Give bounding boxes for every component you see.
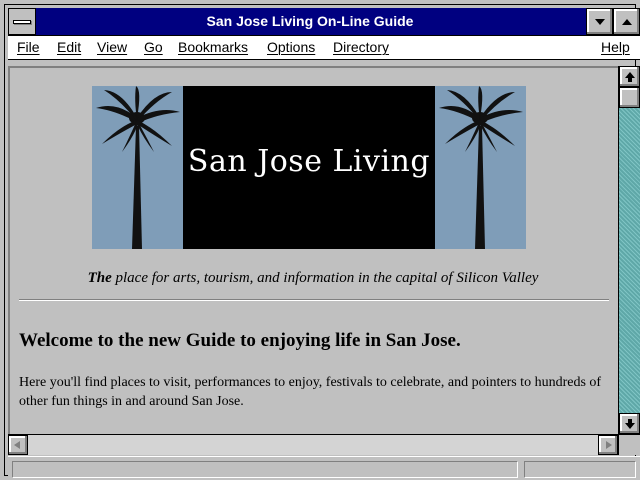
browser-window: San Jose Living On-Line Guide File Edit … (0, 0, 640, 480)
menu-help[interactable]: Help (601, 39, 630, 55)
menu-bar: File Edit View Go Bookmarks Options Dire… (8, 36, 640, 60)
menu-edit[interactable]: Edit (57, 39, 81, 55)
maximize-button[interactable] (613, 8, 640, 35)
vertical-scrollbar[interactable] (618, 66, 640, 434)
scroll-right-button[interactable] (598, 435, 618, 455)
status-text (12, 461, 518, 478)
scroll-thumb[interactable] (619, 87, 640, 108)
window-title: San Jose Living On-Line Guide (206, 13, 414, 29)
palm-tree-icon (439, 86, 523, 249)
horizontal-scrollbar[interactable] (8, 434, 618, 455)
menu-view[interactable]: View (97, 39, 127, 55)
palm-tree-left (92, 86, 183, 249)
scroll-up-button[interactable] (619, 66, 640, 87)
tagline-text: place for arts, tourism, and information… (111, 270, 539, 286)
menu-bookmarks[interactable]: Bookmarks (178, 39, 248, 55)
scroll-corner (618, 434, 640, 455)
palm-tree-right (435, 86, 526, 249)
scroll-left-button[interactable] (8, 435, 28, 455)
page-heading: Welcome to the new Guide to enjoying lif… (19, 330, 461, 351)
minimize-icon (595, 19, 605, 25)
menu-options[interactable]: Options (267, 39, 315, 55)
status-progress (524, 461, 636, 478)
scroll-down-icon (625, 419, 635, 429)
tagline-bold: The (87, 270, 112, 286)
status-bar (8, 456, 640, 480)
system-menu-icon[interactable] (8, 8, 36, 35)
scroll-left-icon (14, 441, 20, 449)
maximize-icon (622, 19, 632, 25)
menu-directory[interactable]: Directory (333, 39, 389, 55)
menu-file[interactable]: File (17, 39, 40, 55)
divider (19, 299, 609, 301)
banner-image: San Jose Living (92, 86, 526, 249)
intro-paragraph: Here you'll find places to visit, perfor… (19, 375, 602, 409)
scroll-down-button[interactable] (619, 413, 640, 434)
scroll-up-icon (625, 72, 635, 82)
page-content: San Jose Living The place for arts, tour… (8, 66, 618, 434)
palm-tree-icon (96, 86, 180, 249)
banner-title: San Jose Living (187, 144, 431, 179)
tagline: The place for arts, tourism, and informa… (10, 270, 616, 287)
scroll-right-icon (606, 441, 612, 449)
title-bar[interactable]: San Jose Living On-Line Guide (8, 8, 640, 36)
minimize-button[interactable] (586, 8, 613, 35)
menu-go[interactable]: Go (144, 39, 163, 55)
